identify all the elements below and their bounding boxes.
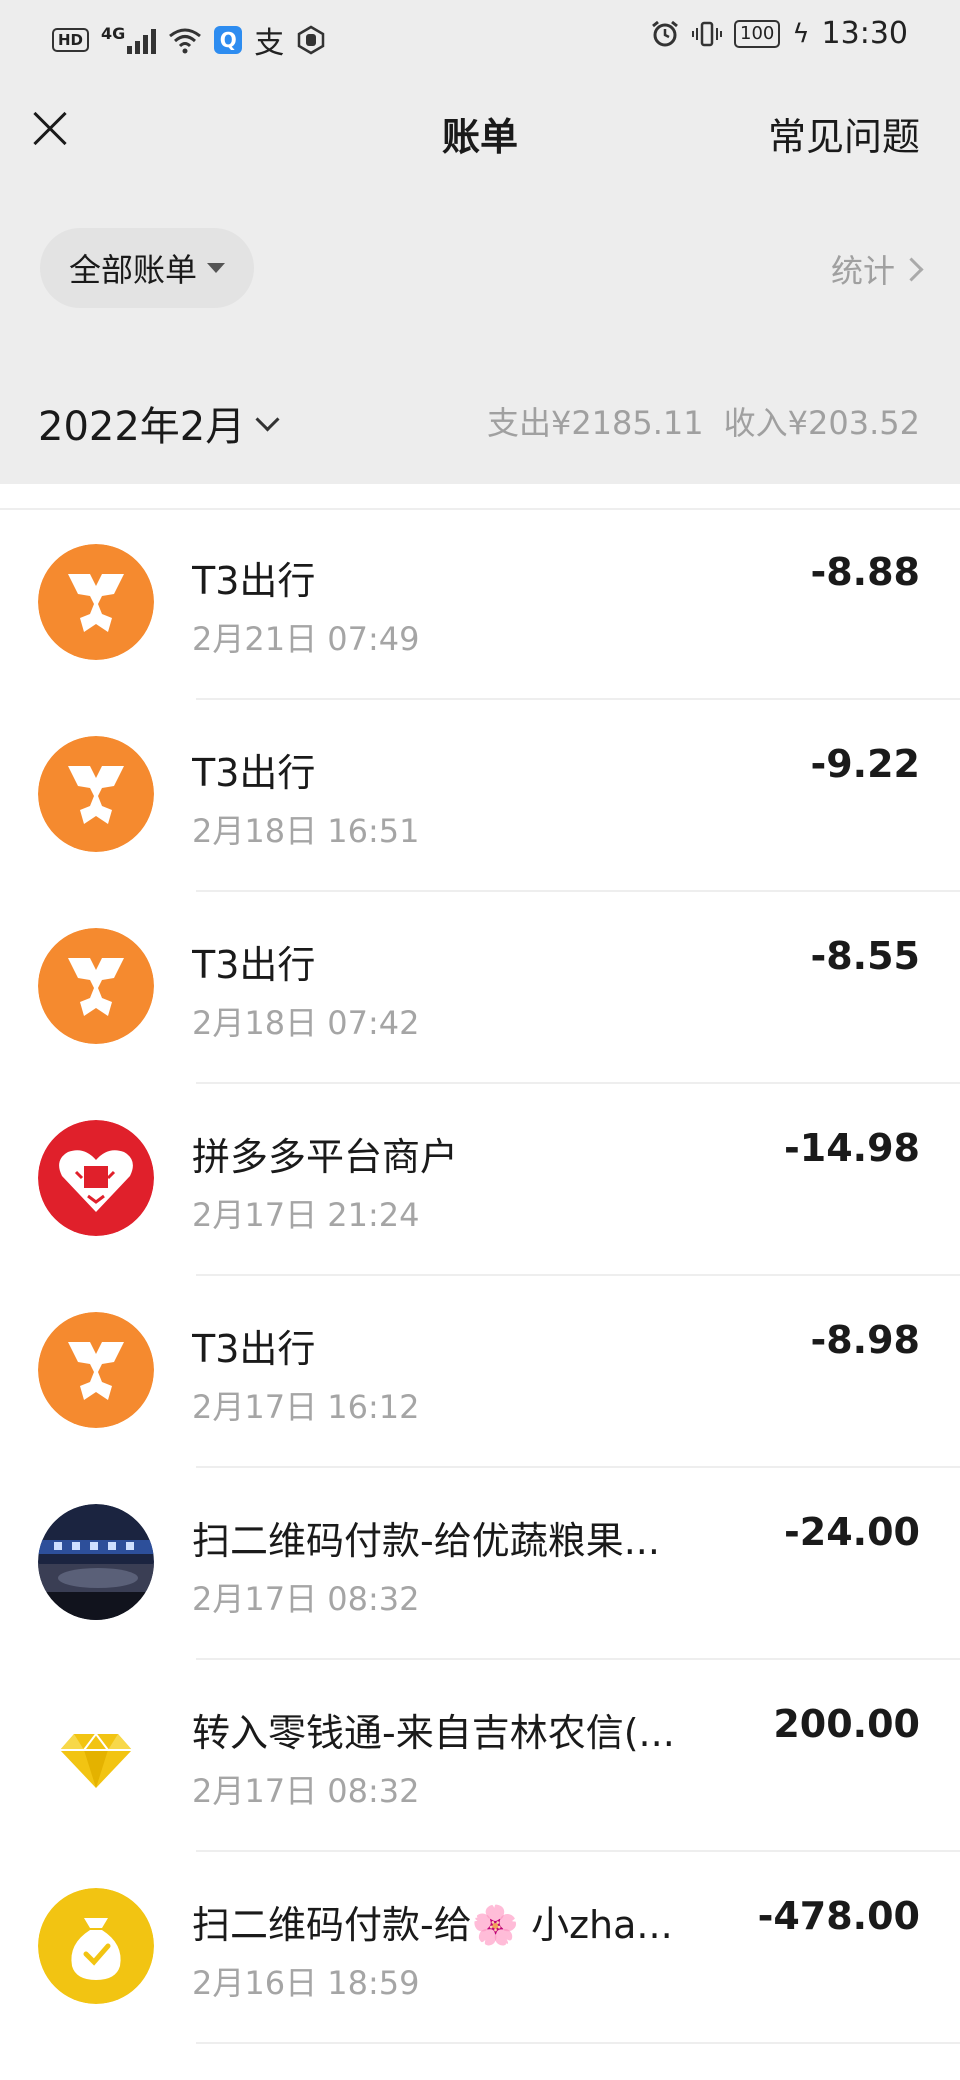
expense-total: 支出¥2185.11 bbox=[486, 404, 704, 442]
battery-icon: 100 bbox=[734, 19, 781, 48]
nav-bar: 账单 常见问题 bbox=[0, 80, 960, 180]
transaction-time: 2月18日 16:51 bbox=[192, 812, 420, 850]
t3-icon bbox=[38, 544, 154, 660]
transaction-list: T3出行 2月21日 07:49 -8.88 T3出行 2月18日 16:51 … bbox=[0, 508, 960, 2044]
month-label: 2022年2月 bbox=[38, 404, 246, 450]
alarm-icon bbox=[652, 20, 678, 46]
t3-icon bbox=[38, 928, 154, 1044]
transaction-time: 2月16日 18:59 bbox=[192, 1964, 420, 2002]
t3-icon bbox=[38, 736, 154, 852]
vibrate-icon bbox=[692, 21, 723, 46]
transaction-amount: -8.98 bbox=[810, 1318, 920, 1362]
transaction-name: T3出行 bbox=[192, 1327, 316, 1371]
wifi-icon bbox=[169, 28, 202, 54]
transaction-name: T3出行 bbox=[192, 559, 316, 603]
transaction-name: 转入零钱通-来自吉林农信(... bbox=[192, 1711, 675, 1755]
t3-icon bbox=[38, 1312, 154, 1428]
network-type: 4G bbox=[101, 23, 126, 43]
diamond-icon bbox=[38, 1696, 154, 1812]
transaction-time: 2月21日 07:49 bbox=[192, 620, 420, 658]
faq-link[interactable]: 常见问题 bbox=[768, 106, 920, 161]
transaction-time: 2月17日 08:32 bbox=[192, 1772, 420, 1810]
stats-link[interactable]: 统计 bbox=[830, 246, 924, 292]
transaction-name: T3出行 bbox=[192, 943, 316, 987]
transaction-row[interactable]: T3出行 2月21日 07:49 -8.88 bbox=[0, 508, 960, 700]
transaction-time: 2月18日 07:42 bbox=[192, 1004, 420, 1042]
status-right: 100 ϟ 13:30 bbox=[650, 16, 908, 51]
transaction-name: 扫二维码付款-给🌸 小zha... bbox=[192, 1903, 673, 1947]
charging-icon: ϟ bbox=[792, 18, 810, 49]
chevron-down-icon bbox=[255, 406, 280, 432]
status-bar: HD 4G Q 支 100 ϟ 13:30 bbox=[0, 0, 960, 72]
transaction-amount: -8.88 bbox=[810, 550, 920, 594]
transaction-amount: -478.00 bbox=[757, 1894, 920, 1938]
transaction-row[interactable]: 扫二维码付款-给🌸 小zha... 2月16日 18:59 -478.00 bbox=[0, 1852, 960, 2044]
transaction-row[interactable]: 转入零钱通-来自吉林农信(... 2月17日 08:32 200.00 bbox=[0, 1660, 960, 1852]
transaction-name: 拼多多平台商户 bbox=[192, 1135, 459, 1179]
caret-down-icon bbox=[207, 263, 225, 273]
bill-filter-dropdown[interactable]: 全部账单 bbox=[40, 228, 254, 308]
month-summary: 支出¥2185.11 收入¥203.52 bbox=[487, 398, 920, 444]
transaction-time: 2月17日 21:24 bbox=[192, 1196, 420, 1234]
transaction-row[interactable]: T3出行 2月18日 16:51 -9.22 bbox=[0, 700, 960, 892]
transaction-row[interactable]: T3出行 2月17日 16:12 -8.98 bbox=[0, 1276, 960, 1468]
alipay-icon: 支 bbox=[254, 26, 285, 61]
search-app-icon: Q bbox=[214, 26, 243, 54]
transaction-amount: -8.55 bbox=[810, 934, 920, 978]
header-area: HD 4G Q 支 100 ϟ 13:30 账单 常见问题 全部账单 统计 20… bbox=[0, 0, 960, 484]
transaction-time: 2月17日 08:32 bbox=[192, 1580, 420, 1618]
hd-icon: HD bbox=[52, 28, 90, 52]
status-time: 13:30 bbox=[821, 16, 908, 51]
transaction-amount: -24.00 bbox=[784, 1510, 920, 1554]
transaction-time: 2月17日 16:12 bbox=[192, 1388, 420, 1426]
pinduoduo-icon bbox=[38, 1120, 154, 1236]
stats-label: 统计 bbox=[830, 252, 895, 290]
income-total: 收入¥203.52 bbox=[723, 404, 920, 442]
month-selector[interactable]: 2022年2月 bbox=[38, 394, 280, 452]
status-left: HD 4G Q 支 bbox=[52, 18, 326, 62]
transaction-row[interactable]: T3出行 2月18日 07:42 -8.55 bbox=[0, 892, 960, 1084]
transaction-amount: 200.00 bbox=[773, 1702, 920, 1746]
signal-icon bbox=[127, 26, 157, 54]
transaction-row[interactable]: 拼多多平台商户 2月17日 21:24 -14.98 bbox=[0, 1084, 960, 1276]
chevron-right-icon bbox=[899, 256, 924, 282]
transaction-row[interactable]: 扫二维码付款-给优蔬粮果... 2月17日 08:32 -24.00 bbox=[0, 1468, 960, 1660]
money-bag-icon bbox=[38, 1888, 154, 2004]
transaction-name: T3出行 bbox=[192, 751, 316, 795]
store-photo-avatar bbox=[38, 1504, 154, 1620]
bill-filter-label: 全部账单 bbox=[68, 251, 197, 289]
transaction-amount: -14.98 bbox=[784, 1126, 920, 1170]
hand-icon bbox=[298, 25, 325, 55]
transaction-amount: -9.22 bbox=[810, 742, 920, 786]
transaction-name: 扫二维码付款-给优蔬粮果... bbox=[192, 1519, 660, 1563]
